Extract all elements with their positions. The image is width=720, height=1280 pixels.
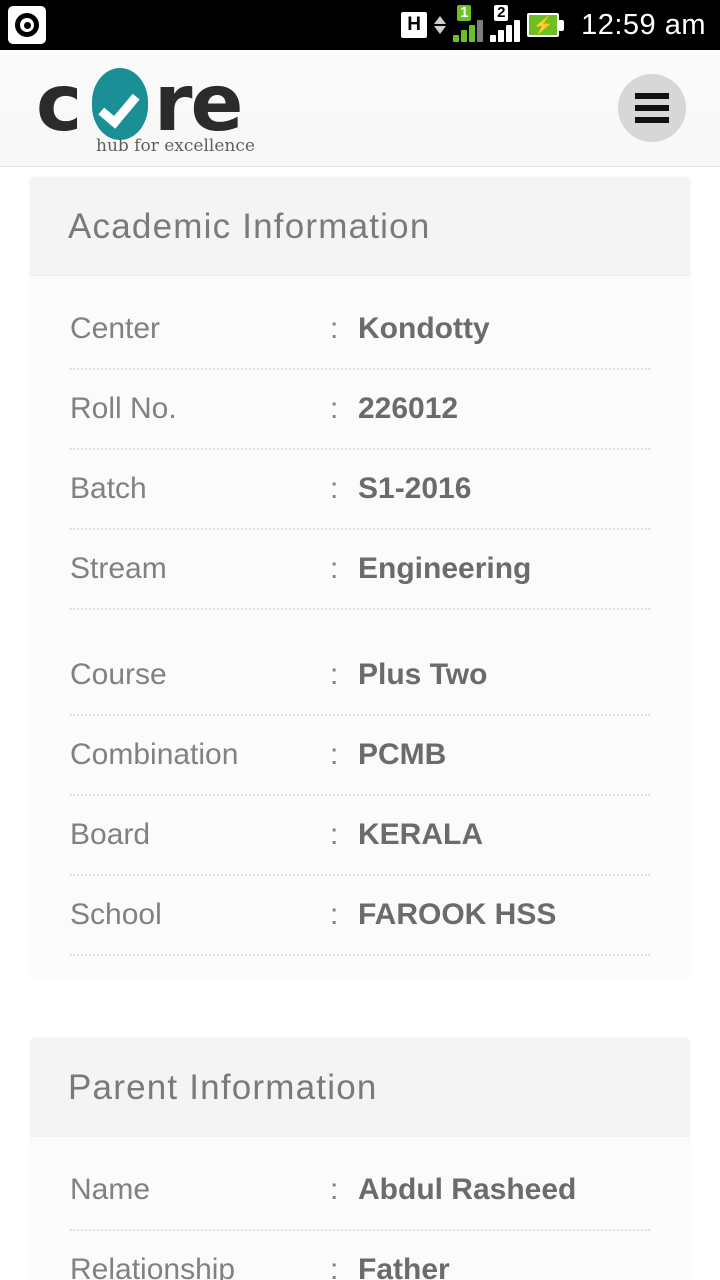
row-label: Batch bbox=[70, 472, 147, 505]
row-value: Abdul Rasheed bbox=[358, 1173, 577, 1206]
app-header: c re hub for excellence bbox=[0, 50, 720, 167]
row-separator: : bbox=[330, 738, 339, 771]
logo-letters-re: re bbox=[154, 59, 243, 149]
network-type-icon: H bbox=[401, 12, 428, 38]
row-separator: : bbox=[330, 898, 339, 931]
battery-charging-icon: ⚡ bbox=[527, 13, 565, 37]
row-label: Combination bbox=[70, 738, 239, 771]
table-row: School : FAROOK HSS bbox=[70, 876, 650, 956]
row-label: Roll No. bbox=[70, 392, 177, 425]
row-value: FAROOK HSS bbox=[358, 898, 557, 931]
row-value: Engineering bbox=[358, 552, 532, 585]
row-value: Kondotty bbox=[358, 312, 490, 345]
parent-information-body: Name : Abdul Rasheed Relationship : Fath… bbox=[30, 1137, 690, 1280]
table-row: Name : Abdul Rasheed bbox=[70, 1151, 650, 1231]
row-label: Board bbox=[70, 818, 151, 851]
sim1-label: 1 bbox=[457, 5, 472, 21]
academic-information-card: Academic Information Center : Kondotty R… bbox=[30, 177, 690, 978]
row-separator: : bbox=[330, 818, 339, 851]
sim1-signal-icon: 1 bbox=[453, 5, 484, 42]
row-value: KERALA bbox=[358, 818, 483, 851]
status-bar-clock: 12:59 am bbox=[581, 8, 706, 41]
table-row: Combination : PCMB bbox=[70, 716, 650, 796]
section-title: Parent Information bbox=[68, 1068, 378, 1107]
hamburger-menu-icon[interactable] bbox=[618, 74, 686, 142]
core-logo[interactable]: c re hub for excellence bbox=[36, 59, 255, 156]
row-label: Stream bbox=[70, 552, 167, 585]
status-bar-left bbox=[8, 6, 46, 44]
row-value: S1-2016 bbox=[358, 472, 472, 505]
status-bar: H 1 2 ⚡ 12:59 am bbox=[0, 0, 720, 50]
row-label: Name bbox=[70, 1173, 151, 1206]
row-value: 226012 bbox=[358, 392, 459, 425]
table-row: Stream : Engineering bbox=[70, 530, 650, 610]
row-separator: : bbox=[330, 392, 339, 425]
row-label: Center bbox=[70, 312, 161, 345]
row-label: Relationship bbox=[70, 1253, 236, 1280]
row-separator: : bbox=[330, 312, 339, 345]
row-separator: : bbox=[330, 1253, 339, 1280]
parent-information-header: Parent Information bbox=[30, 1038, 690, 1137]
logo-letter-c: c bbox=[36, 59, 82, 149]
page-content: Academic Information Center : Kondotty R… bbox=[0, 167, 720, 1280]
row-separator: : bbox=[330, 472, 339, 505]
table-row: Center : Kondotty bbox=[70, 290, 650, 370]
row-label: Course bbox=[70, 658, 167, 691]
row-separator: : bbox=[330, 658, 339, 691]
row-separator: : bbox=[330, 1173, 339, 1206]
table-row: Relationship : Father bbox=[70, 1231, 650, 1280]
row-value: PCMB bbox=[358, 738, 447, 771]
status-bar-right: H 1 2 ⚡ 12:59 am bbox=[401, 5, 706, 42]
row-separator: : bbox=[330, 552, 339, 585]
sim2-label: 2 bbox=[494, 5, 509, 21]
table-row: Board : KERALA bbox=[70, 796, 650, 876]
table-row: Roll No. : 226012 bbox=[70, 370, 650, 450]
data-transfer-icon bbox=[434, 10, 447, 40]
row-value: Father bbox=[358, 1253, 450, 1280]
logo-tagline: hub for excellence bbox=[96, 136, 255, 156]
parent-information-card: Parent Information Name : Abdul Rasheed … bbox=[30, 1038, 690, 1280]
academic-information-body: Center : Kondotty Roll No. : 226012 Batc… bbox=[30, 276, 690, 978]
table-row: Course : Plus Two bbox=[70, 636, 650, 716]
row-label: School bbox=[70, 898, 162, 931]
screen-record-icon bbox=[8, 6, 46, 44]
sim2-signal-icon: 2 bbox=[490, 5, 521, 42]
section-title: Academic Information bbox=[68, 207, 431, 246]
academic-information-header: Academic Information bbox=[30, 177, 690, 276]
row-value: Plus Two bbox=[358, 658, 488, 691]
table-row: Batch : S1-2016 bbox=[70, 450, 650, 530]
